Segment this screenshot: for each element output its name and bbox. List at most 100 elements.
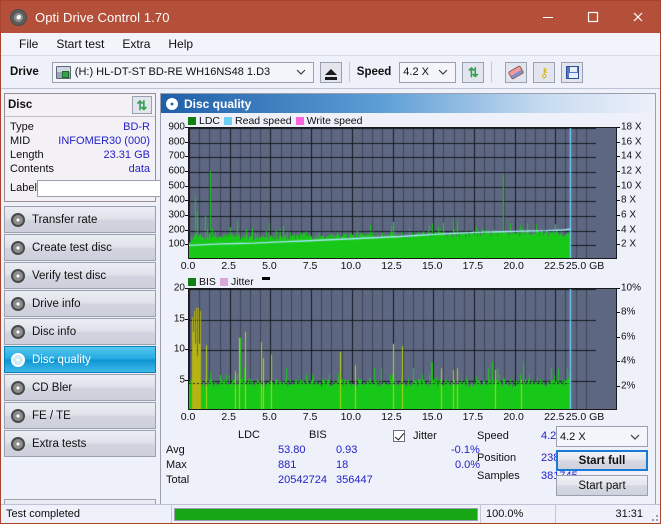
jitter-label: Jitter xyxy=(413,430,437,442)
drive-toolbar: Drive (H:) HL-DT-ST BD-RE WH16NS48 1.D3 … xyxy=(1,56,660,89)
disc-icon xyxy=(11,296,25,311)
toolbar-divider-2 xyxy=(491,62,493,82)
stats-header-ldc: LDC xyxy=(238,429,261,441)
disc-row-mid: MID INFOMER30 (000) xyxy=(10,134,150,148)
refresh-button[interactable]: ⇅ xyxy=(462,61,485,83)
y-tick-label: 500 xyxy=(168,180,185,192)
sidebar-item-cd-bler[interactable]: CD Bler xyxy=(4,374,156,401)
close-button[interactable] xyxy=(615,1,660,33)
x-tick-label: 7.5 xyxy=(302,411,318,423)
y-tick-label: 200 xyxy=(168,224,185,236)
disc-label-row: Label xyxy=(10,179,238,197)
x-tick-label: 15.0 xyxy=(421,260,443,272)
disc-info-rows: Type BD-R MID INFOMER30 (000) Length 23.… xyxy=(5,117,238,201)
sidebar-item-label: Transfer rate xyxy=(32,213,98,226)
x-tick-label: 25.0 GB xyxy=(565,411,605,423)
disc-icon xyxy=(11,408,25,423)
drive-icon xyxy=(55,65,71,79)
y2-tick xyxy=(617,156,620,158)
y2-tick xyxy=(617,215,620,216)
sidebar-item-verify-test-disc[interactable]: Verify test disc xyxy=(4,262,156,289)
legend-swatch-ldc xyxy=(188,116,196,125)
save-button[interactable] xyxy=(561,61,584,83)
sidebar-item-transfer-rate[interactable]: Transfer rate xyxy=(4,206,156,233)
sidebar-item-drive-info[interactable]: Drive info xyxy=(4,290,156,317)
chart-ldc-x-axis: 0.0 2.5 5.0 7.5 10.0 12.5 15.0 17.5 20.0 22.5 25.0… xyxy=(181,259,617,274)
page-title: Disc quality xyxy=(184,96,252,111)
start-part-button[interactable]: Start part xyxy=(556,475,648,496)
sidebar-item-label: CD Bler xyxy=(32,381,73,394)
legend-label: Jitter xyxy=(230,275,254,288)
legend-jitter: Jitter xyxy=(219,275,254,288)
legend-bis: BIS xyxy=(188,276,216,288)
eject-button[interactable] xyxy=(319,61,342,83)
disc-panel-header: Disc ⇅ xyxy=(5,94,155,117)
y2-tick-label: 4 X xyxy=(621,224,637,236)
maximize-button[interactable] xyxy=(570,1,615,33)
checkbox-icon xyxy=(393,430,405,442)
menu-item-start-test[interactable]: Start test xyxy=(47,35,113,53)
disc-panel-title: Disc xyxy=(8,99,33,111)
menu-item-extra[interactable]: Extra xyxy=(113,35,159,53)
y2-tick xyxy=(617,171,620,172)
legend-swatch-read-speed xyxy=(224,116,233,125)
menu-item-file[interactable]: File xyxy=(10,35,47,53)
chart-ldc-legend: LDC Read speed Write speed xyxy=(161,114,655,127)
x-tick-label: 12.5 xyxy=(381,411,402,423)
save-icon xyxy=(565,65,579,79)
y2-tick xyxy=(617,127,620,128)
disc-icon xyxy=(11,380,25,395)
keys-button[interactable]: ⚷ xyxy=(533,61,556,83)
disc-row-value: 23.31 GB xyxy=(103,149,150,161)
disc-row-value: BD-R xyxy=(123,121,150,133)
y2-tick xyxy=(617,200,620,202)
sidebar-item-create-test-disc[interactable]: Create test disc xyxy=(4,234,156,261)
sidebar-item-fe-te[interactable]: FE / TE xyxy=(4,402,156,429)
menu-item-help[interactable]: Help xyxy=(159,35,202,53)
sidebar-item-extra-tests[interactable]: Extra tests xyxy=(4,430,156,457)
erase-button[interactable] xyxy=(505,61,528,83)
disc-row-key: Contents xyxy=(10,163,55,175)
disc-icon xyxy=(11,352,25,367)
resize-grip[interactable] xyxy=(648,505,660,523)
y2-tick-label: 12 X xyxy=(621,165,642,177)
sidebar: Disc ⇅ Type BD-R MID INFOMER30 (000) Len… xyxy=(1,89,238,523)
x-tick-label: 0.0 xyxy=(180,411,196,423)
speed-select-stats[interactable]: 4.2 X xyxy=(556,426,648,447)
legend-swatch-write-speed xyxy=(295,116,304,125)
chevron-down-icon xyxy=(432,66,452,78)
y2-tick-label: 14 X xyxy=(621,150,642,162)
sidebar-item-disc-info[interactable]: Disc info xyxy=(4,318,156,345)
sidebar-item-label: Extra tests xyxy=(32,437,87,450)
window-title: Opti Drive Control 1.70 xyxy=(35,9,170,25)
x-tick-label: 2.5 xyxy=(221,411,236,423)
stats-row-max: Max xyxy=(166,459,187,471)
y2-tick xyxy=(617,312,620,314)
chart-bis-plot-row: 5 10 15 20 2% 4% 6% 8% 10% xyxy=(161,283,655,410)
sidebar-item-disc-quality[interactable]: Disc quality xyxy=(4,346,156,373)
x-tick-label: 15.0 xyxy=(421,411,443,423)
minimize-button[interactable] xyxy=(525,1,570,33)
chart-ldc-y-axis-right: 2 X 4 X 6 X 8 X 10 X 12 X 14 X 16 X 18 X xyxy=(617,122,655,259)
disc-icon xyxy=(166,97,178,110)
drive-select[interactable]: (H:) HL-DT-ST BD-RE WH16NS48 1.D3 xyxy=(51,61,314,83)
speed-select-stats-value: 4.2 X xyxy=(560,430,586,443)
y2-tick xyxy=(617,229,620,231)
chart-bis-legend: BIS Jitter xyxy=(161,275,655,288)
jitter-checkbox[interactable] xyxy=(393,430,405,445)
disc-icon xyxy=(11,268,25,283)
x-tick-label: 17.5 xyxy=(462,411,484,423)
title-bar: Opti Drive Control 1.70 xyxy=(1,1,660,33)
disc-refresh-button[interactable]: ⇅ xyxy=(132,96,152,114)
speed-select[interactable]: 4.2 X xyxy=(399,61,457,83)
start-full-button[interactable]: Start full xyxy=(556,450,648,471)
y-tick-label: 700 xyxy=(168,150,185,162)
y2-tick xyxy=(617,361,620,363)
x-tick-label: 17.5 xyxy=(462,260,484,272)
y2-tick-label: 16 X xyxy=(621,136,642,148)
start-full-wrap: Start full xyxy=(556,450,648,471)
disc-row-key: Type xyxy=(10,121,34,133)
y-tick-label: 600 xyxy=(168,165,185,177)
refresh-icon: ⇅ xyxy=(136,97,148,113)
